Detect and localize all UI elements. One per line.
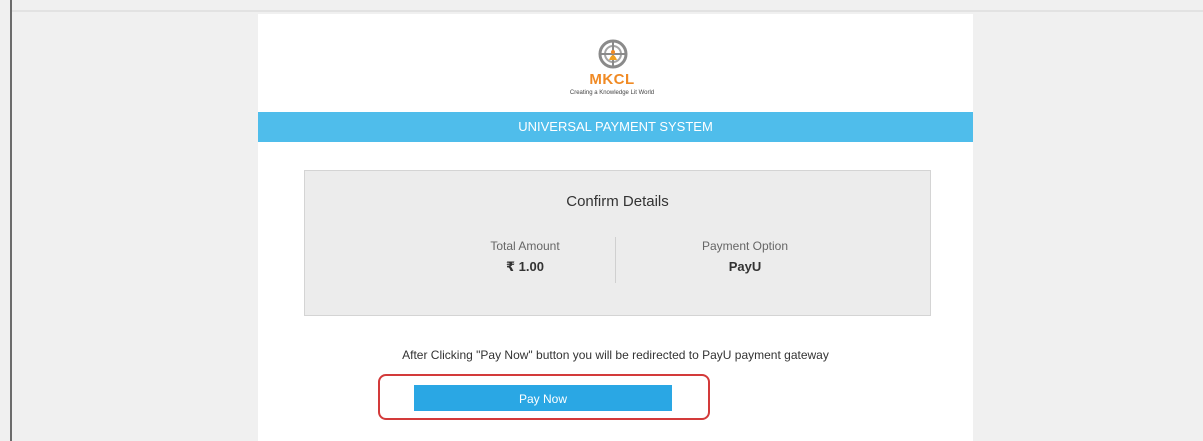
payment-option-value: PayU: [728, 259, 762, 274]
payment-option-label: Payment Option: [701, 239, 789, 253]
payment-option-section: Payment Option PayU: [645, 239, 845, 274]
pay-now-button[interactable]: Pay Now: [414, 385, 672, 411]
confirm-details-title: Confirm Details: [566, 193, 669, 210]
logo-tagline: Creating a Knowledge Lit World: [569, 90, 655, 96]
total-amount-value: ₹ 1.00: [506, 259, 544, 274]
details-divider: [615, 237, 616, 283]
browser-viewport: MKCL Creating a Knowledge Lit World UNIV…: [0, 0, 1203, 441]
logo-wordmark: MKCL: [589, 71, 635, 88]
total-amount-section: Total Amount ₹ 1.00: [425, 239, 625, 275]
payment-card: MKCL Creating a Knowledge Lit World UNIV…: [258, 14, 973, 441]
total-amount-label: Total Amount: [490, 239, 560, 253]
page-title-banner: UNIVERSAL PAYMENT SYSTEM: [258, 112, 973, 142]
mkcl-logo-icon: [598, 39, 628, 69]
pay-now-highlight: Pay Now: [378, 374, 710, 420]
logo-area: MKCL Creating a Knowledge Lit World: [258, 14, 973, 112]
window-left-border: [10, 0, 12, 441]
confirm-details-panel: Confirm Details Total Amount ₹ 1.00 Paym…: [304, 170, 931, 316]
redirect-message: After Clicking "Pay Now" button you will…: [402, 348, 829, 362]
window-top-divider: [12, 10, 1203, 12]
